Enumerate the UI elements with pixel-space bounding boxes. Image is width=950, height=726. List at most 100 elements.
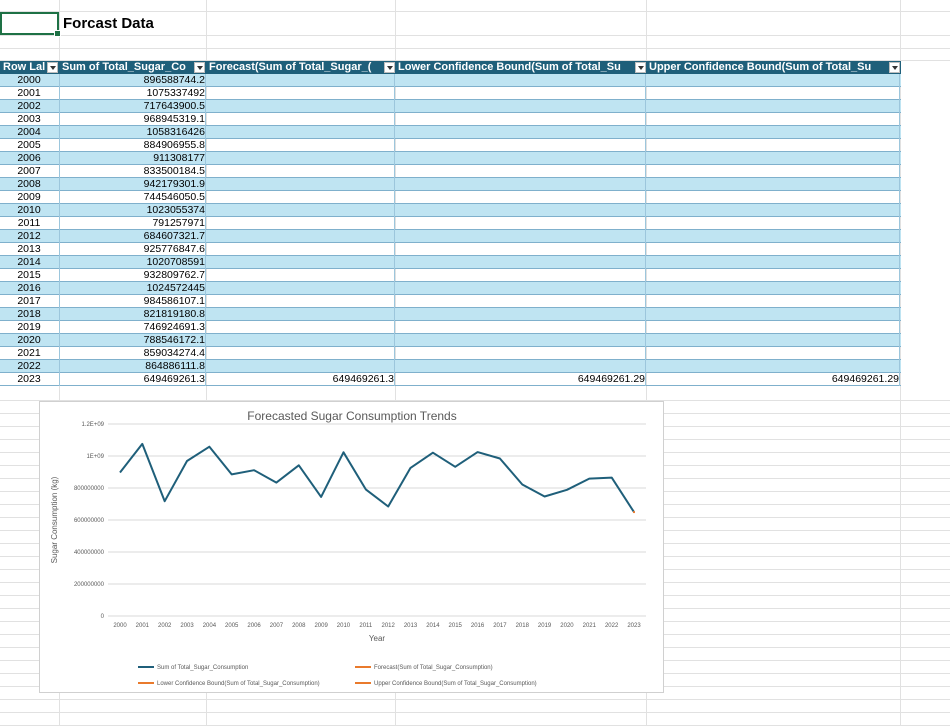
table-row[interactable]: 2022 864886111.8 — [0, 360, 901, 373]
header-sum-sugar[interactable]: Sum of Total_Sugar_Co — [59, 61, 193, 74]
row-year-cell[interactable]: 2023 — [0, 373, 58, 386]
row-year-cell[interactable]: 2006 — [0, 152, 58, 165]
upper-bound-dropdown-icon[interactable] — [889, 62, 900, 73]
row-year-cell[interactable]: 2020 — [0, 334, 58, 347]
row-sum-cell[interactable]: 911308177 — [60, 152, 205, 165]
lower-bound-dropdown-icon[interactable] — [635, 62, 646, 73]
row-sum-cell[interactable]: 1024572445 — [60, 282, 205, 295]
table-row[interactable]: 2017 984586107.1 — [0, 295, 901, 308]
table-row[interactable]: 2016 1024572445 — [0, 282, 901, 295]
table-row[interactable]: 2001 1075337492 — [0, 87, 901, 100]
row-sum-cell[interactable]: 684607321.7 — [60, 230, 205, 243]
table-row[interactable]: 2010 1023055374 — [0, 204, 901, 217]
row-year-cell[interactable]: 2002 — [0, 100, 58, 113]
row-sum-cell[interactable]: 649469261.3 — [60, 373, 205, 386]
row-sum-cell[interactable]: 968945319.1 — [60, 113, 205, 126]
row-sum-cell[interactable]: 744546050.5 — [60, 191, 205, 204]
row-year-cell[interactable]: 2017 — [0, 295, 58, 308]
column-divider — [205, 204, 206, 217]
table-row[interactable]: 2006 911308177 — [0, 152, 901, 165]
row-sum-cell[interactable]: 896588744.2 — [60, 74, 205, 87]
row-year-cell[interactable]: 2013 — [0, 243, 58, 256]
fill-handle[interactable] — [54, 30, 61, 37]
active-cell[interactable] — [0, 12, 61, 37]
row-sum-cell[interactable]: 1075337492 — [60, 87, 205, 100]
row-sum-cell[interactable]: 1020708591 — [60, 256, 205, 269]
x-tick-label: 2014 — [426, 623, 440, 629]
table-row[interactable]: 2013 925776847.6 — [0, 243, 901, 256]
table-row[interactable]: 2000 896588744.2 — [0, 74, 901, 87]
table-row[interactable]: 2011 791257971 — [0, 217, 901, 230]
table-row[interactable]: 2004 1058316426 — [0, 126, 901, 139]
row-sum-cell[interactable]: 788546172.1 — [60, 334, 205, 347]
x-tick-label: 2011 — [359, 623, 373, 629]
row-sum-cell[interactable]: 1058316426 — [60, 126, 205, 139]
row-lower-bound-cell[interactable]: 649469261.29 — [396, 373, 645, 386]
line-chart[interactable]: Forecasted Sugar Consumption Trends 0 2000… — [39, 401, 664, 693]
row-year-cell[interactable]: 2001 — [0, 87, 58, 100]
table-row[interactable]: 2019 746924691.3 — [0, 321, 901, 334]
row-sum-cell[interactable]: 932809762.7 — [60, 269, 205, 282]
table-row[interactable]: 2005 884906955.8 — [0, 139, 901, 152]
x-tick-label: 2017 — [493, 623, 507, 629]
row-sum-cell[interactable]: 864886111.8 — [60, 360, 205, 373]
row-year-cell[interactable]: 2004 — [0, 126, 58, 139]
column-divider — [645, 308, 646, 321]
row-sum-cell[interactable]: 942179301.9 — [60, 178, 205, 191]
table-row[interactable]: 2008 942179301.9 — [0, 178, 901, 191]
header-forecast[interactable]: Forecast(Sum of Total_Sugar_( — [206, 61, 383, 74]
table-row[interactable]: 2020 788546172.1 — [0, 334, 901, 347]
row-sum-cell[interactable]: 984586107.1 — [60, 295, 205, 308]
row-sum-cell[interactable]: 833500184.5 — [60, 165, 205, 178]
table-row[interactable]: 2007 833500184.5 — [0, 165, 901, 178]
table-row[interactable]: 2012 684607321.7 — [0, 230, 901, 243]
row-sum-cell[interactable]: 821819180.8 — [60, 308, 205, 321]
table-row[interactable]: 2003 968945319.1 — [0, 113, 901, 126]
row-year-cell[interactable]: 2007 — [0, 165, 58, 178]
forecast-dropdown-icon[interactable] — [384, 62, 395, 73]
row-year-cell[interactable]: 2021 — [0, 347, 58, 360]
row-year-cell[interactable]: 2015 — [0, 269, 58, 282]
row-year-cell[interactable]: 2005 — [0, 139, 58, 152]
sum-sugar-dropdown-icon[interactable] — [194, 62, 205, 73]
x-tick-label: 2013 — [404, 623, 418, 629]
header-row-labels[interactable]: Row Lal — [0, 61, 47, 74]
row-year-cell[interactable]: 2010 — [0, 204, 58, 217]
header-upper-bound[interactable]: Upper Confidence Bound(Sum of Total_Su — [646, 61, 889, 74]
row-forecast-cell[interactable]: 649469261.3 — [206, 373, 394, 386]
table-row[interactable]: 2018 821819180.8 — [0, 308, 901, 321]
row-year-cell[interactable]: 2014 — [0, 256, 58, 269]
table-row[interactable]: 2002 717643900.5 — [0, 100, 901, 113]
header-lower-bound[interactable]: Lower Confidence Bound(Sum of Total_Su — [395, 61, 634, 74]
row-sum-cell[interactable]: 925776847.6 — [60, 243, 205, 256]
table-row[interactable]: 2021 859034274.4 — [0, 347, 901, 360]
row-year-cell[interactable]: 2018 — [0, 308, 58, 321]
table-row[interactable]: 2014 1020708591 — [0, 256, 901, 269]
row-sum-cell[interactable]: 1023055374 — [60, 204, 205, 217]
row-sum-cell[interactable]: 859034274.4 — [60, 347, 205, 360]
row-sum-cell[interactable]: 746924691.3 — [60, 321, 205, 334]
row-year-cell[interactable]: 2019 — [0, 321, 58, 334]
row-sum-cell[interactable]: 884906955.8 — [60, 139, 205, 152]
row-year-cell[interactable]: 2008 — [0, 178, 58, 191]
row-sum-cell[interactable]: 717643900.5 — [60, 100, 205, 113]
x-tick-label: 2015 — [449, 623, 463, 629]
row-labels-filter-dropdown-icon[interactable] — [47, 62, 58, 73]
table-row[interactable]: 2015 932809762.7 — [0, 269, 901, 282]
row-year-cell[interactable]: 2016 — [0, 282, 58, 295]
column-divider — [645, 165, 646, 178]
row-year-cell[interactable]: 2022 — [0, 360, 58, 373]
column-divider — [899, 152, 900, 165]
row-year-cell[interactable]: 2000 — [0, 74, 58, 87]
row-upper-bound-cell[interactable]: 649469261.29 — [648, 373, 899, 386]
row-sum-cell[interactable]: 791257971 — [60, 217, 205, 230]
table-row[interactable]: 2009 744546050.5 — [0, 191, 901, 204]
column-divider — [205, 152, 206, 165]
column-divider — [645, 152, 646, 165]
row-year-cell[interactable]: 2009 — [0, 191, 58, 204]
row-year-cell[interactable]: 2012 — [0, 230, 58, 243]
row-year-cell[interactable]: 2003 — [0, 113, 58, 126]
column-divider — [394, 74, 395, 87]
table-row[interactable]: 2023 649469261.3 649469261.3 649469261.29 64… — [0, 373, 901, 386]
row-year-cell[interactable]: 2011 — [0, 217, 58, 230]
